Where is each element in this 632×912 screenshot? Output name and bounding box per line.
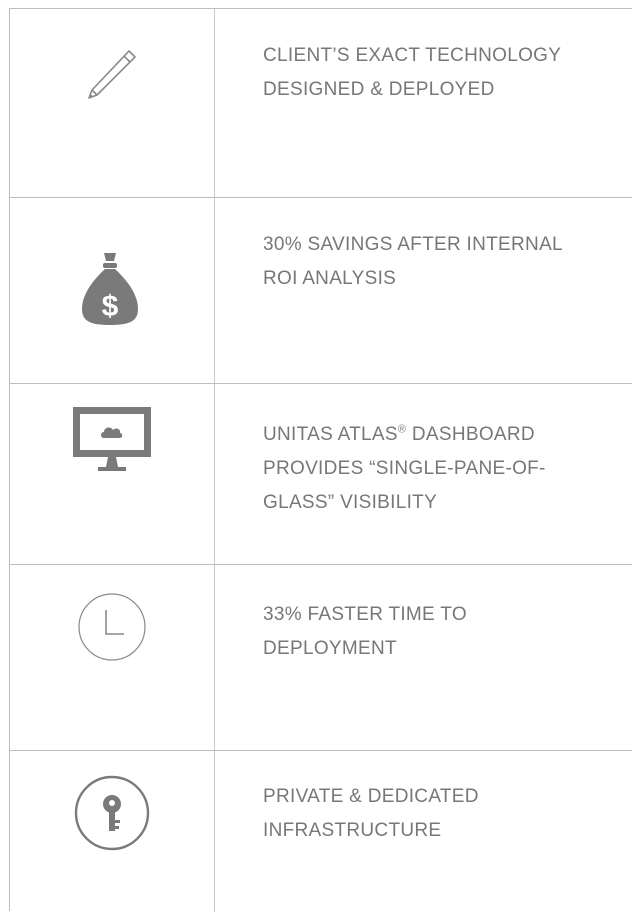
feature-line: 33% FASTER TIME TO <box>263 604 467 625</box>
feature-text: UNITAS ATLAS® DASHBOARD PROVIDES “SINGLE… <box>263 418 632 520</box>
feature-line-part: UNITAS ATLAS <box>263 424 398 445</box>
feature-row-savings: $ 30% SAVINGS AFTER INTERNAL ROI ANALYSI… <box>10 198 632 384</box>
feature-row-technology: CLIENT’S EXACT TECHNOLOGY DESIGNED & DEP… <box>10 9 632 198</box>
feature-line: ROI ANALYSIS <box>263 268 397 289</box>
feature-text: 33% FASTER TIME TO DEPLOYMENT <box>263 598 632 666</box>
feature-line: INFRASTRUCTURE <box>263 820 442 841</box>
pencil-icon <box>88 50 136 99</box>
icon-cell: $ <box>10 198 215 383</box>
key-icon <box>74 775 150 851</box>
feature-line: PROVIDES “SINGLE-PANE-OF- <box>263 458 546 479</box>
feature-line: DEPLOYMENT <box>263 638 397 659</box>
icon-cell <box>10 751 215 912</box>
feature-row-infrastructure: PRIVATE & DEDICATED INFRASTRUCTURE <box>10 751 632 912</box>
feature-line: PRIVATE & DEDICATED <box>263 786 479 807</box>
icon-cell <box>10 9 215 197</box>
icon-cell <box>10 384 215 564</box>
dollar-sign: $ <box>102 290 119 323</box>
feature-row-dashboard: UNITAS ATLAS® DASHBOARD PROVIDES “SINGLE… <box>10 384 632 565</box>
feature-text: 30% SAVINGS AFTER INTERNAL ROI ANALYSIS <box>263 228 632 296</box>
feature-line: 30% SAVINGS AFTER INTERNAL <box>263 234 563 255</box>
feature-text: PRIVATE & DEDICATED INFRASTRUCTURE <box>263 780 632 848</box>
clock-icon <box>78 593 146 661</box>
monitor-cloud-icon <box>73 407 151 471</box>
features-table: CLIENT’S EXACT TECHNOLOGY DESIGNED & DEP… <box>9 8 632 912</box>
feature-text: CLIENT’S EXACT TECHNOLOGY DESIGNED & DEP… <box>263 39 632 107</box>
feature-line: GLASS” VISIBILITY <box>263 492 438 513</box>
money-bag-icon: $ <box>82 253 138 325</box>
icon-cell <box>10 565 215 750</box>
feature-row-deployment: 33% FASTER TIME TO DEPLOYMENT <box>10 565 632 751</box>
feature-line: CLIENT’S EXACT TECHNOLOGY <box>263 45 562 66</box>
feature-line: DESIGNED & DEPLOYED <box>263 79 495 100</box>
feature-line-part: DASHBOARD <box>406 424 535 445</box>
feature-line-1: UNITAS ATLAS® DASHBOARD <box>263 424 535 445</box>
